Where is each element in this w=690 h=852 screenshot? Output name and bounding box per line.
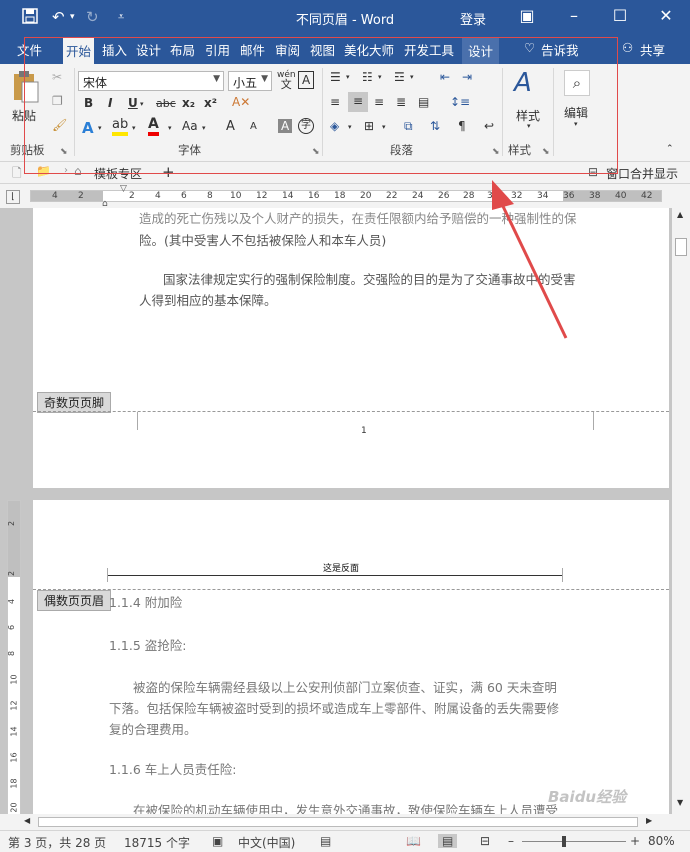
word-count[interactable]: 18715 个字 xyxy=(124,834,190,851)
horizontal-ruler[interactable]: ⌊ 4 2 2 4 6 8 10 12 14 16 18 20 22 24 26… xyxy=(0,184,690,209)
collapse-ribbon-icon[interactable]: ⌃ xyxy=(666,144,674,154)
vruler-tick: 18 xyxy=(9,778,19,789)
macro-icon[interactable]: ▤ xyxy=(320,834,331,848)
status-bar: 第 3 页，共 28 页 18715 个字 ▣ 中文(中国) ▤ 📖 ▤ ⊟ –… xyxy=(0,830,690,852)
ruler-tick: 2 xyxy=(129,191,135,201)
scroll-right-icon[interactable]: ▶ xyxy=(646,816,652,825)
body-text-line: 下落。包括保险车辆被盗时受到的损坏或造成车上零部件、附属设备的丢失需要修 xyxy=(109,701,560,716)
vruler-tick: 2 xyxy=(7,520,17,527)
scroll-down-icon[interactable]: ▼ xyxy=(677,798,683,807)
page-count[interactable]: 第 3 页，共 28 页 xyxy=(8,834,106,851)
ruler-tick: 40 xyxy=(615,191,627,201)
body-text-line: 复的合理费用。 xyxy=(109,722,197,737)
ruler-tick: 26 xyxy=(438,191,450,201)
ruler-tick: 18 xyxy=(334,191,346,201)
vertical-scrollbar[interactable]: ▲ ▼ xyxy=(672,208,690,814)
ruler-tick: 8 xyxy=(207,191,213,201)
ruler-tick: 42 xyxy=(641,191,653,201)
body-text-line: 险。(其中受害人不包括被保险人和本车人员) xyxy=(139,233,387,248)
body-text-line: 被盗的保险车辆需经县级以上公安刑侦部门立案侦查、证实，满 60 天未查明 xyxy=(133,680,557,695)
heading-text: 1.1.5 盗抢险: xyxy=(109,638,187,653)
share-icon[interactable]: ⚇ xyxy=(622,40,633,55)
zoom-slider[interactable] xyxy=(522,841,626,842)
login-link[interactable]: 登录 xyxy=(460,9,486,28)
vertical-ruler[interactable]: 2 2 4 6 8 10 12 14 16 18 20 xyxy=(7,500,21,818)
tab-stop-selector-icon[interactable]: ⌊ xyxy=(6,190,20,204)
vruler-tick: 20 xyxy=(9,802,19,813)
watermark-text: Baidu经验 xyxy=(548,788,627,806)
page-even[interactable]: 这是反面 偶数页页眉 1.1.4 附加险 1.1.5 盗抢险: 被盗的保险车辆需… xyxy=(33,500,669,820)
vertical-scroll-thumb[interactable] xyxy=(675,238,687,256)
ruler-tick: 24 xyxy=(412,191,424,201)
ruler-tick: 12 xyxy=(256,191,268,201)
ruler-tick: 16 xyxy=(308,191,320,201)
ruler-tick: 28 xyxy=(463,191,475,201)
vruler-tick: 16 xyxy=(9,752,19,763)
minimize-icon[interactable]: – xyxy=(560,6,588,25)
annotation-highlight-box xyxy=(24,37,618,174)
maximize-icon[interactable]: ☐ xyxy=(606,6,634,25)
ruler-tick: 4 xyxy=(155,191,161,201)
first-line-indent-marker-icon[interactable]: ▽ xyxy=(120,184,127,194)
vruler-tick: 2 xyxy=(7,570,17,577)
ruler-tick: 4 xyxy=(52,191,58,201)
vruler-tick: 4 xyxy=(7,598,17,605)
ruler-tick: 22 xyxy=(386,191,398,201)
header-rule xyxy=(107,575,563,576)
vruler-tick: 14 xyxy=(9,726,19,737)
header-boundary xyxy=(33,589,669,590)
share-button[interactable]: 共享 xyxy=(640,40,665,59)
zoom-slider-thumb[interactable] xyxy=(562,836,566,847)
scroll-up-icon[interactable]: ▲ xyxy=(677,210,683,219)
title-bar: ↶ ▾ ↻ ⩡ 不同页眉 - Word 登录 ▣ – ☐ ✕ xyxy=(0,0,690,34)
ruler-tick: 6 xyxy=(181,191,187,201)
ruler-tick: 2 xyxy=(78,191,84,201)
print-layout-icon[interactable]: ▤ xyxy=(438,834,458,848)
even-header-text[interactable]: 这是反面 xyxy=(323,561,359,574)
ruler-tick: 38 xyxy=(589,191,601,201)
read-mode-icon[interactable]: 📖 xyxy=(406,834,421,848)
ruler-tick: 20 xyxy=(360,191,372,201)
new-doc-icon[interactable]: 🗋 xyxy=(12,164,22,185)
body-text-line: 人得到相应的基本保障。 xyxy=(139,293,277,308)
web-layout-icon[interactable]: ⊟ xyxy=(480,834,490,848)
footer-boundary xyxy=(33,411,669,412)
page-number: 1 xyxy=(361,426,367,436)
ruler-tick: 14 xyxy=(282,191,294,201)
even-header-tag: 偶数页页眉 xyxy=(37,590,112,611)
language-status[interactable]: 中文(中国) xyxy=(238,834,295,851)
zoom-in-icon[interactable]: + xyxy=(630,834,640,848)
heading-text: 1.1.4 附加险 xyxy=(109,595,183,610)
vruler-tick: 12 xyxy=(9,700,19,711)
horizontal-scroll-thumb[interactable] xyxy=(38,817,638,827)
heading-text: 1.1.6 车上人员责任险: xyxy=(109,762,237,777)
zoom-out-icon[interactable]: – xyxy=(508,834,514,848)
close-icon[interactable]: ✕ xyxy=(652,6,680,25)
scroll-left-icon[interactable]: ◀ xyxy=(24,816,30,825)
vruler-tick: 8 xyxy=(7,650,17,657)
horizontal-scrollbar[interactable]: ◀ ▶ xyxy=(0,814,690,830)
odd-footer-tag: 奇数页页脚 xyxy=(37,392,112,413)
zoom-level[interactable]: 80% xyxy=(648,834,675,848)
ribbon-display-icon[interactable]: ▣ xyxy=(513,6,541,25)
ruler-tick: 10 xyxy=(230,191,242,201)
vruler-tick: 10 xyxy=(9,674,19,685)
vruler-tick: 6 xyxy=(7,624,17,631)
annotation-arrow xyxy=(492,180,568,339)
proofing-icon[interactable]: ▣ xyxy=(212,834,223,848)
